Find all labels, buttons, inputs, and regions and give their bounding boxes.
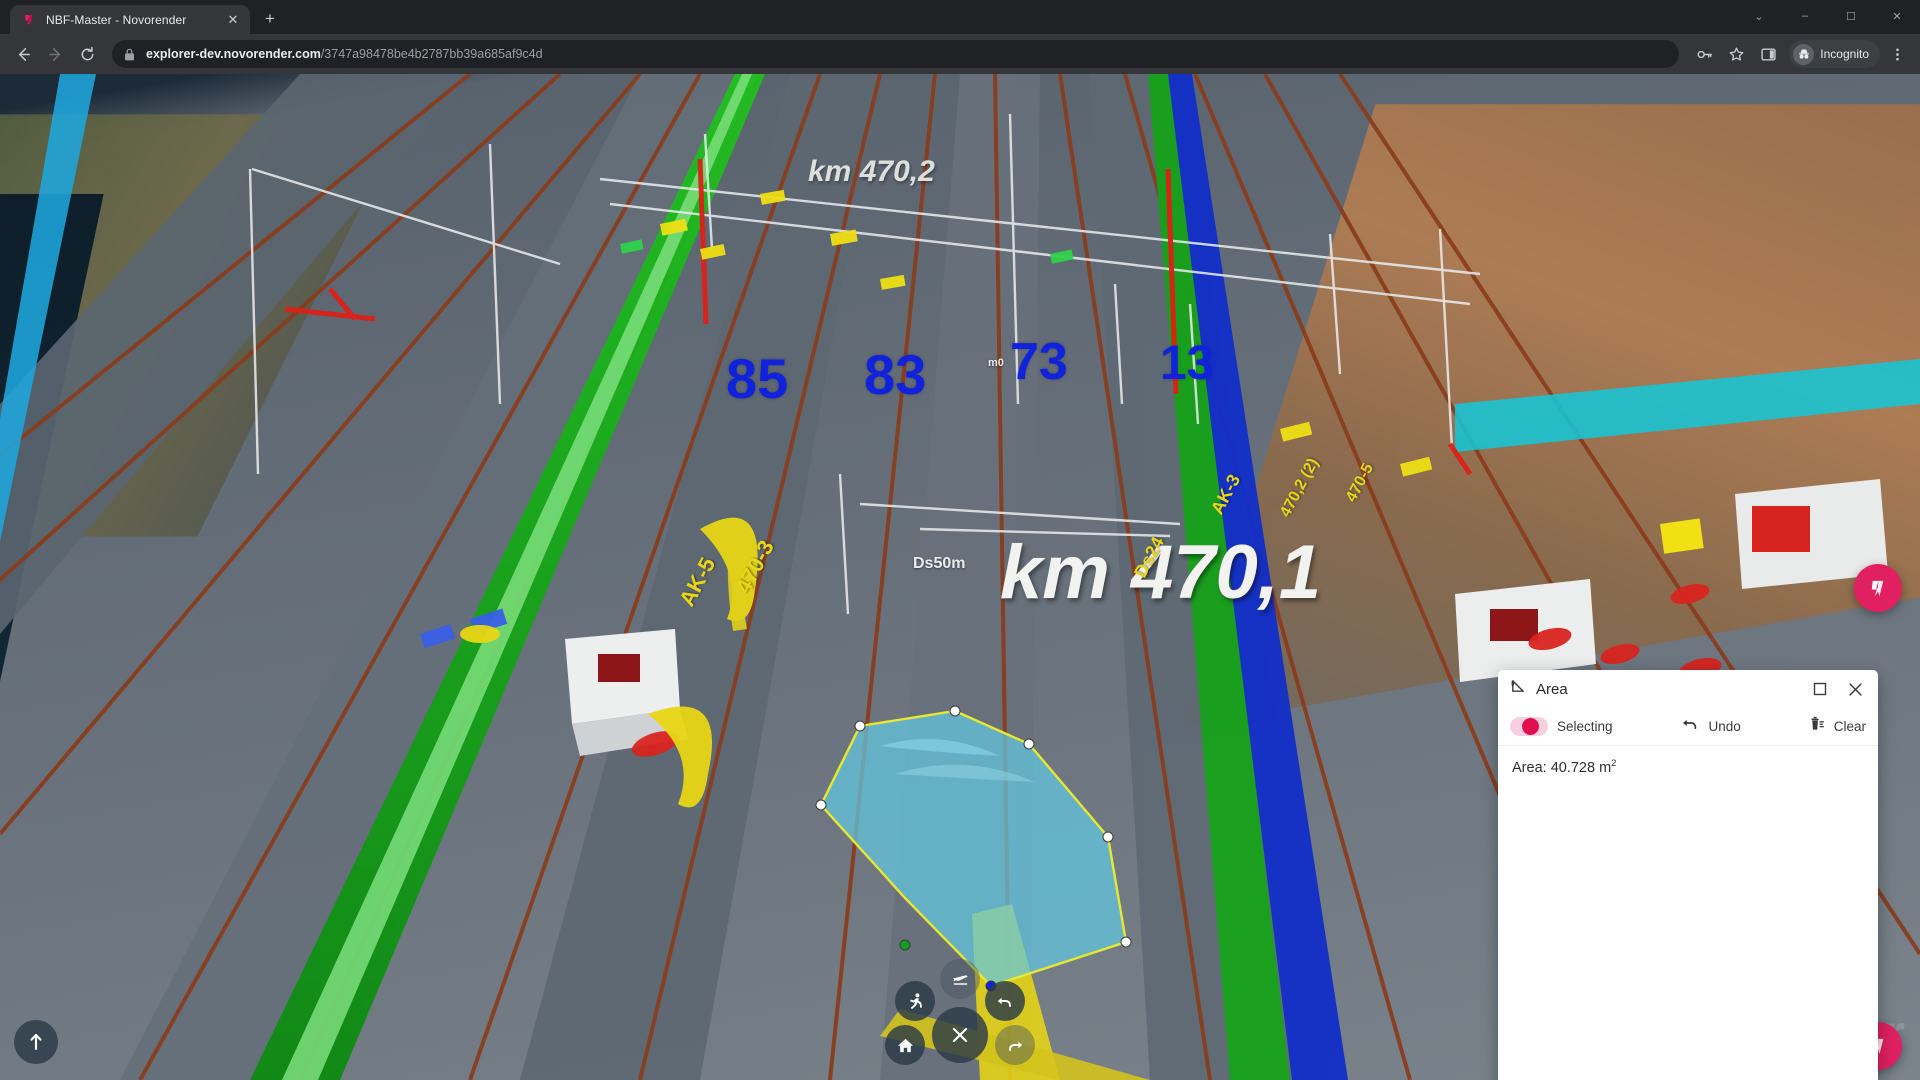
url-path: /3747a98478be4b2787bb39a685af9c4d bbox=[320, 47, 543, 61]
arrow-up-icon bbox=[30, 1033, 42, 1051]
clear-label: Clear bbox=[1833, 719, 1866, 734]
fly-mode-button[interactable] bbox=[940, 959, 980, 999]
tab-title: NBF-Master - Novorender bbox=[46, 12, 187, 27]
area-result-prefix: Area: bbox=[1512, 759, 1551, 776]
back-button[interactable] bbox=[8, 39, 38, 69]
polygon-vertex[interactable] bbox=[854, 720, 866, 732]
undo-arrow-icon bbox=[998, 997, 1011, 1007]
browser-window: NBF-Master - Novorender ✕ + ⌄ – ☐ ✕ expl… bbox=[0, 0, 1920, 1080]
polygon-vertex[interactable] bbox=[1102, 831, 1114, 843]
star-icon[interactable] bbox=[1721, 39, 1751, 69]
polygon-vertex-start[interactable] bbox=[899, 939, 911, 951]
close-x-icon bbox=[952, 1027, 968, 1043]
home-icon bbox=[897, 1038, 913, 1052]
new-tab-button[interactable]: + bbox=[256, 5, 284, 33]
orient-up-button[interactable] bbox=[14, 1020, 58, 1064]
tab-close-icon[interactable]: ✕ bbox=[224, 11, 242, 29]
toolbar-right-group: Incognito bbox=[1689, 39, 1912, 69]
redo-arrow-icon bbox=[1009, 1041, 1022, 1051]
area-result-unit: m bbox=[1599, 759, 1612, 776]
incognito-icon bbox=[1793, 43, 1815, 65]
window-close-button[interactable]: ✕ bbox=[1874, 0, 1920, 32]
reload-button[interactable] bbox=[72, 39, 102, 69]
lock-icon bbox=[124, 48, 137, 61]
toggle-knob bbox=[1522, 718, 1539, 735]
novorender-logo-icon bbox=[22, 12, 38, 28]
undo-step-button[interactable] bbox=[985, 981, 1025, 1021]
airplane-icon bbox=[952, 974, 968, 985]
undo-arrow-icon bbox=[1681, 717, 1700, 737]
selecting-toggle[interactable] bbox=[1510, 717, 1548, 736]
tab-search-chevron-icon[interactable]: ⌄ bbox=[1736, 0, 1782, 32]
incognito-indicator[interactable]: Incognito bbox=[1789, 40, 1880, 68]
area-result: Area: 40.728 m2 bbox=[1512, 758, 1864, 776]
undo-button[interactable]: Undo bbox=[1613, 717, 1809, 737]
double-chevron-right-icon bbox=[1871, 580, 1883, 596]
area-result-value: 40.728 bbox=[1550, 759, 1596, 776]
selecting-toggle-group[interactable]: Selecting bbox=[1510, 717, 1613, 736]
clear-button[interactable]: Clear bbox=[1809, 716, 1866, 737]
polygon-vertex[interactable] bbox=[1120, 936, 1132, 948]
novorender-fab-top[interactable] bbox=[1854, 564, 1902, 612]
panel-toolbar: Selecting Undo Clear bbox=[1498, 708, 1878, 746]
forward-button[interactable] bbox=[40, 39, 70, 69]
key-icon[interactable] bbox=[1689, 39, 1719, 69]
browser-tab[interactable]: NBF-Master - Novorender ✕ bbox=[10, 5, 250, 34]
cancel-button[interactable] bbox=[932, 1007, 988, 1063]
panel-maximize-button[interactable] bbox=[1807, 676, 1833, 702]
polygon-vertex[interactable] bbox=[949, 705, 961, 717]
trash-icon bbox=[1809, 716, 1825, 737]
polygon-vertex[interactable] bbox=[815, 799, 827, 811]
3d-viewport[interactable]: 85 83 73 13 km 470,1 km 470,2 Ds50m m0 A… bbox=[0, 74, 1920, 1080]
address-bar[interactable]: explorer-dev.novorender.com/3747a98478be… bbox=[112, 40, 1680, 68]
navigation-controls bbox=[885, 959, 1035, 1065]
running-person-icon bbox=[909, 992, 922, 1009]
panel-header: Area bbox=[1498, 670, 1878, 708]
panel-title: Area bbox=[1536, 680, 1568, 698]
walk-mode-button[interactable] bbox=[895, 981, 935, 1021]
area-measure-icon bbox=[1510, 678, 1527, 700]
tab-strip: NBF-Master - Novorender ✕ + bbox=[0, 0, 284, 34]
window-maximize-button[interactable]: ☐ bbox=[1828, 0, 1874, 32]
polygon-vertex[interactable] bbox=[1023, 738, 1035, 750]
url-domain: explorer-dev.novorender.com bbox=[146, 47, 321, 61]
incognito-label: Incognito bbox=[1820, 47, 1869, 61]
panel-body: Area: 40.728 m2 bbox=[1498, 746, 1878, 1080]
area-measurement-panel: Area Selecting Undo Clear Area: 40.728 m… bbox=[1498, 670, 1878, 1080]
undo-label: Undo bbox=[1708, 719, 1741, 734]
browser-toolbar: explorer-dev.novorender.com/3747a98478be… bbox=[0, 34, 1920, 74]
selecting-label: Selecting bbox=[1557, 719, 1613, 734]
area-result-exponent: 2 bbox=[1611, 758, 1617, 769]
browser-titlebar: NBF-Master - Novorender ✕ + ⌄ – ☐ ✕ bbox=[0, 0, 1920, 34]
panel-close-button[interactable] bbox=[1842, 676, 1868, 702]
home-button[interactable] bbox=[885, 1025, 925, 1065]
address-bar-text: explorer-dev.novorender.com/3747a98478be… bbox=[146, 47, 543, 61]
window-controls: ⌄ – ☐ ✕ bbox=[1736, 0, 1920, 32]
window-minimize-button[interactable]: – bbox=[1782, 0, 1828, 32]
kebab-menu-icon[interactable] bbox=[1882, 39, 1912, 69]
side-panel-icon[interactable] bbox=[1753, 39, 1783, 69]
redo-step-button[interactable] bbox=[995, 1025, 1035, 1065]
